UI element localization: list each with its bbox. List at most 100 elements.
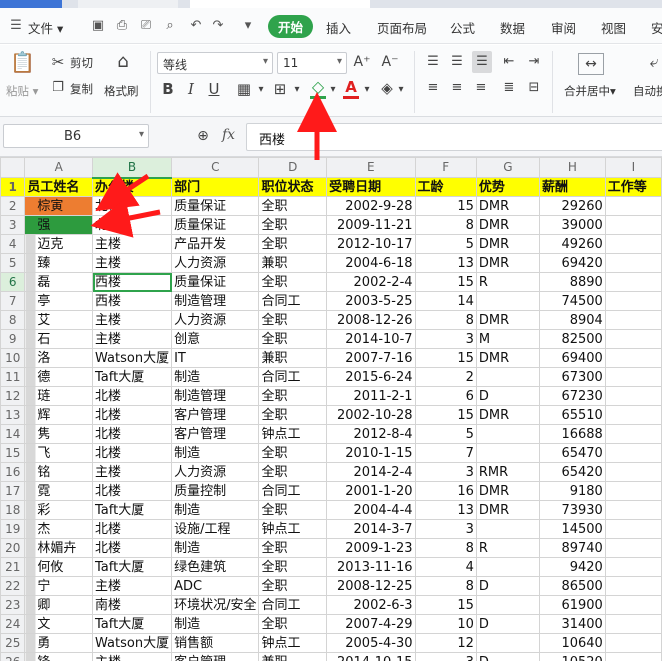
table-cell[interactable]: R [475,538,541,558]
table-cell[interactable] [475,443,541,463]
table-cell[interactable]: 31400 [539,614,606,634]
table-cell[interactable]: 德 [24,367,94,387]
table-cell[interactable]: 全职 [258,557,328,577]
row-header[interactable]: 12 [0,386,26,406]
print-icon[interactable]: ⎚ [138,18,154,34]
row-header[interactable]: 3 [0,215,26,235]
table-cell[interactable]: 15 [414,196,477,216]
column-title-cell[interactable]: 薪酬 [539,177,606,197]
table-cell[interactable]: 客户管理 [171,405,260,425]
table-cell[interactable]: 10640 [539,633,606,653]
table-cell[interactable]: 南楼 [92,595,173,615]
bold-icon[interactable]: B [160,80,176,98]
table-cell[interactable]: DMR [475,348,541,368]
table-cell[interactable]: 3 [414,652,477,661]
table-cell[interactable]: 全职 [258,272,328,292]
table-cell[interactable]: 主楼 [92,462,173,482]
row-header[interactable]: 10 [0,348,26,368]
table-cell[interactable]: 2013-11-16 [326,557,416,577]
table-cell[interactable]: 环境状况/安全 [171,595,260,615]
table-cell[interactable] [604,443,662,463]
table-cell[interactable] [475,291,541,311]
table-cell[interactable]: 10520 [539,652,606,661]
table-cell[interactable]: 合同工 [258,481,328,501]
table-cell[interactable]: 69400 [539,348,606,368]
table-cell[interactable] [604,481,662,501]
align-bottom-icon[interactable]: ☰ [472,51,492,73]
table-cell[interactable]: 艾 [24,310,94,330]
table-cell[interactable]: Watson大厦 [92,633,173,653]
export-pdf-icon[interactable]: ⎙ [114,18,130,34]
table-cell[interactable]: 13 [414,500,477,520]
table-cell[interactable]: 3 [414,519,477,539]
table-cell[interactable]: 5 [414,424,477,444]
column-header[interactable]: A [24,157,94,178]
table-cell[interactable]: 迈克 [24,234,94,254]
table-cell[interactable]: 49260 [539,234,606,254]
table-cell[interactable]: 人力资源 [171,462,260,482]
table-cell[interactable]: 2002-2-4 [326,272,416,292]
table-cell[interactable]: 2014-10-7 [326,329,416,349]
table-cell[interactable]: 飞 [24,443,94,463]
column-title-cell[interactable]: 优势 [475,177,541,197]
table-cell[interactable]: 铭 [24,462,94,482]
table-cell[interactable]: 2015-6-24 [326,367,416,387]
table-cell[interactable] [475,519,541,539]
table-cell[interactable]: 彩 [24,500,94,520]
table-cell[interactable]: ADC [171,576,260,596]
table-cell[interactable]: DMR [475,234,541,254]
table-cell[interactable] [604,614,662,634]
tab-more[interactable]: 安 [651,18,662,37]
table-cell[interactable]: 8 [414,215,477,235]
table-cell[interactable]: 8 [414,538,477,558]
zoom-icon[interactable]: ⊕ [194,127,212,145]
table-cell[interactable] [604,595,662,615]
table-cell[interactable]: 杰 [24,519,94,539]
row-header[interactable]: 7 [0,291,26,311]
row-header[interactable]: 26 [0,652,26,661]
table-cell[interactable] [604,234,662,254]
table-cell[interactable]: 绿色建筑 [171,557,260,577]
table-cell[interactable]: 北楼 [92,196,173,216]
table-cell[interactable]: 4 [414,557,477,577]
column-header[interactable]: G [475,157,541,178]
table-cell[interactable]: 质量保证 [171,215,260,235]
table-cell[interactable]: 北楼 [92,424,173,444]
chevron-down-icon[interactable]: ▾ [396,81,406,99]
print-preview-icon[interactable]: ⌕ [162,18,178,34]
row-header[interactable]: 23 [0,595,26,615]
table-cell[interactable]: 6 [414,386,477,406]
tab-home[interactable]: 开始 [268,15,314,38]
distributed-align-icon[interactable]: ⊟ [525,79,543,97]
table-cell[interactable]: 全职 [258,462,328,482]
table-cell[interactable]: 人力资源 [171,253,260,273]
table-cell[interactable]: 销售额 [171,633,260,653]
table-cell[interactable]: 北楼 [92,538,173,558]
table-cell[interactable]: 制造 [171,614,260,634]
table-cell[interactable]: 89740 [539,538,606,558]
table-cell[interactable] [604,291,662,311]
table-cell[interactable]: 隽 [24,424,94,444]
table-cell[interactable]: 67300 [539,367,606,387]
table-cell[interactable] [604,367,662,387]
column-header[interactable]: F [414,157,477,178]
table-cell[interactable]: 制造 [171,500,260,520]
table-cell[interactable]: 2002-9-28 [326,196,416,216]
table-cell[interactable]: 勇 [24,633,94,653]
table-cell[interactable]: 2014-2-4 [326,462,416,482]
table-cell[interactable]: 全职 [258,310,328,330]
table-cell[interactable] [604,424,662,444]
format-painter-button[interactable]: 格式刷 [104,83,139,99]
table-cell[interactable] [604,576,662,596]
table-cell[interactable] [475,595,541,615]
table-cell[interactable]: 制造 [171,367,260,387]
formula-input[interactable]: 西楼 [246,123,662,151]
table-cell[interactable] [604,215,662,235]
table-cell[interactable]: 8904 [539,310,606,330]
align-middle-icon[interactable]: ☰ [448,53,466,71]
table-cell[interactable] [604,652,662,661]
table-cell[interactable]: 全职 [258,329,328,349]
table-cell[interactable] [604,519,662,539]
copy-icon[interactable]: ❐ [50,79,66,97]
align-right-icon[interactable]: ≡ [472,79,490,97]
